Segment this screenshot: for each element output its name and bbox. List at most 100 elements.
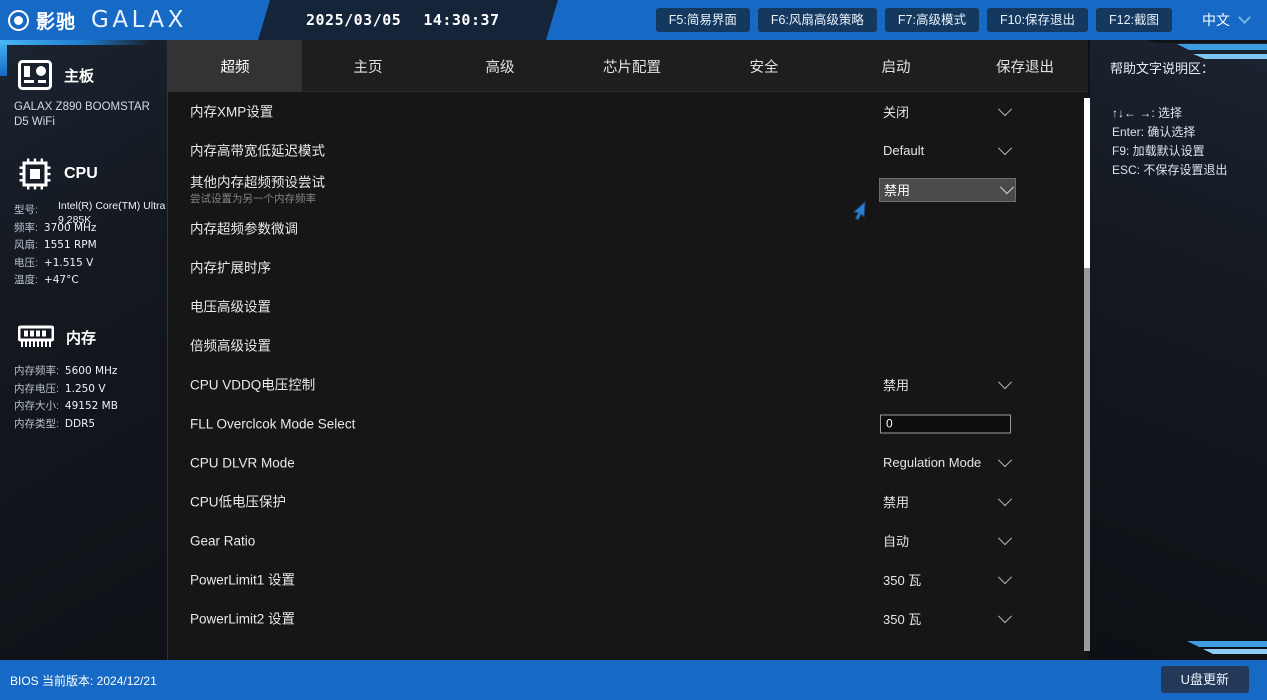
setting-dropdown[interactable]: 禁用 [880, 374, 1013, 396]
setting-label: 内存超频参数微调 [190, 221, 298, 236]
bios-version-label: BIOS 当前版本: 2024/12/21 [10, 673, 157, 688]
brand-logo: 影驰 GALAX [8, 4, 187, 36]
tab-advanced[interactable]: 高级 [434, 40, 566, 92]
setting-dropdown[interactable]: Regulation Mode [880, 452, 1013, 474]
setting-memory-xmp[interactable]: 内存XMP设置 关闭 [168, 92, 1068, 131]
setting-cpu-vddq-voltage-control[interactable]: CPU VDDQ电压控制 禁用 [168, 365, 1068, 404]
function-key-bar: F5:简易界面 F6:风扇高级策略 F7:高级模式 F10:保存退出 F12:截图 [655, 0, 1172, 40]
chevron-down-icon [997, 140, 1013, 155]
info-value: +47°C [43, 274, 79, 286]
info-row: 风扇: 1551 RPM [14, 237, 162, 255]
info-value: 3700 MHz [43, 221, 97, 234]
setting-dropdown[interactable]: 禁用 [880, 491, 1013, 513]
setting-label: FLL Overclcok Mode Select [190, 416, 356, 431]
info-key: 内存频率: [14, 365, 59, 377]
setting-memory-extended-timing[interactable]: 内存扩展时序 [168, 248, 1068, 287]
chevron-down-icon [997, 452, 1013, 467]
content-scrollbar[interactable] [1084, 98, 1090, 651]
setting-value: 禁用 [884, 183, 911, 198]
setting-dropdown[interactable]: 350 瓦 [880, 608, 1013, 630]
help-line: ESC: 不保存设置退出 [1112, 163, 1228, 177]
sidebar-section-motherboard: 主板 GALAX Z890 BOOMSTAR D5 WiFi [0, 60, 167, 130]
motherboard-icon [18, 60, 52, 90]
top-header-bar: 影驰 GALAX 2025/03/05 14:30:37 F5:简易界面 F6:风… [0, 0, 1267, 40]
fkey-f12-screenshot[interactable]: F12:截图 [1095, 7, 1172, 33]
fkey-f10-save-exit[interactable]: F10:保存退出 [986, 7, 1088, 33]
brand-name-cn: 影驰 [36, 11, 77, 33]
memory-header: 内存 [0, 325, 167, 349]
setting-cpu-low-voltage-protection[interactable]: CPU低电压保护 禁用 [168, 482, 1068, 521]
chevron-down-icon [997, 374, 1013, 389]
tab-boot[interactable]: 启动 [830, 40, 962, 92]
chevron-down-icon [997, 608, 1013, 623]
motherboard-header: 主板 [0, 60, 167, 90]
setting-label-group: 内存XMP设置 [190, 103, 273, 120]
setting-dropdown[interactable]: Default [880, 140, 1013, 162]
tab-home[interactable]: 主页 [302, 40, 434, 92]
tab-overclock[interactable]: 超频 [168, 40, 302, 92]
scrollbar-thumb[interactable] [1084, 98, 1090, 268]
setting-label-group: CPU VDDQ电压控制 [190, 376, 315, 393]
help-panel-title: 帮助文字说明区： [1110, 61, 1215, 76]
memory-dimm-icon [18, 325, 54, 347]
language-selector[interactable]: 中文 [1202, 0, 1251, 40]
setting-dropdown[interactable]: 自动 [880, 530, 1013, 552]
setting-label: CPU低电压保护 [190, 494, 287, 509]
setting-label: CPU VDDQ电压控制 [190, 377, 316, 392]
setting-label: Gear Ratio [190, 533, 256, 548]
tab-security[interactable]: 安全 [698, 40, 830, 92]
info-value: 1.250 V [64, 382, 106, 395]
cpu-chip-icon [19, 158, 51, 190]
info-row: 内存类型: DDR5 [14, 416, 162, 434]
info-value: 5600 MHz [64, 365, 118, 377]
setting-label-group: PowerLimit1 设置 [190, 571, 295, 588]
setting-voltage-advanced[interactable]: 电压高级设置 [168, 287, 1068, 326]
setting-memory-oc-param-tuning[interactable]: 内存超频参数微调 [168, 209, 1068, 248]
galax-circle-logo-icon [8, 9, 29, 31]
info-row: 频率: 3700 MHz [14, 220, 162, 238]
tab-save-exit[interactable]: 保存退出 [962, 40, 1088, 92]
usb-update-button[interactable]: U盘更新 [1160, 666, 1249, 693]
setting-sublabel: 尝试设置为另一个内存频率 [190, 192, 316, 205]
tab-chipset[interactable]: 芯片配置 [566, 40, 698, 92]
chevron-down-icon [997, 491, 1013, 506]
info-key: 风扇: [14, 239, 38, 251]
setting-dropdown[interactable]: 关闭 [880, 101, 1013, 123]
cpu-header: CPU [0, 158, 167, 190]
setting-cpu-dlvr-mode[interactable]: CPU DLVR Mode Regulation Mode [168, 443, 1068, 482]
setting-label: 其他内存超频预设尝试 [190, 174, 325, 190]
setting-dropdown[interactable]: 禁用 [879, 177, 1016, 202]
language-label: 中文 [1202, 12, 1230, 28]
setting-label: 内存高带宽低延迟模式 [190, 143, 325, 158]
setting-label-group: 内存超频参数微调 [190, 220, 298, 237]
setting-label-group: Gear Ratio [190, 532, 255, 549]
bios-setup-window: 影驰 GALAX 2025/03/05 14:30:37 F5:简易界面 F6:风… [0, 0, 1267, 700]
info-key: 内存大小: [14, 400, 59, 412]
main-tab-bar: 超频 主页 高级 芯片配置 安全 启动 保存退出 [168, 40, 1088, 92]
system-time: 14:30:37 [423, 11, 500, 29]
setting-powerlimit2[interactable]: PowerLimit2 设置 350 瓦 [168, 599, 1068, 638]
setting-fll-overclock-mode-select[interactable]: FLL Overclcok Mode Select 0 [168, 404, 1068, 443]
setting-value: 350 瓦 [883, 612, 922, 627]
sidebar-section-cpu: CPU Intel(R) Core(TM) Ultra 9 285K 型号: 频率… [0, 158, 167, 290]
cpu-title: CPU [64, 165, 98, 182]
setting-textbox[interactable]: 0 [880, 414, 1011, 433]
setting-powerlimit1[interactable]: PowerLimit1 设置 350 瓦 [168, 560, 1068, 599]
fkey-f5-easy-mode[interactable]: F5:简易界面 [655, 7, 750, 33]
setting-gear-ratio[interactable]: Gear Ratio 自动 [168, 521, 1068, 560]
info-key: 频率: [14, 221, 38, 234]
chevron-down-icon [999, 179, 1015, 194]
system-date: 2025/03/05 [306, 11, 402, 29]
setting-dropdown[interactable]: 350 瓦 [880, 569, 1013, 591]
info-row: 内存频率: 5600 MHz [14, 363, 162, 381]
chevron-down-icon [997, 530, 1013, 545]
info-key: 温度: [14, 274, 38, 286]
info-key: 内存类型: [14, 417, 59, 430]
fkey-f7-advanced-mode[interactable]: F7:高级模式 [884, 7, 979, 33]
setting-value: 0 [886, 416, 893, 431]
setting-other-memory-oc-preset[interactable]: 其他内存超频预设尝试 尝试设置为另一个内存频率 禁用 [168, 170, 1068, 209]
setting-label: PowerLimit2 设置 [190, 611, 296, 626]
setting-multiplier-advanced[interactable]: 倍频高级设置 [168, 326, 1068, 365]
fkey-f6-fan-policy[interactable]: F6:风扇高级策略 [757, 7, 877, 33]
setting-memory-high-bandwidth-low-latency[interactable]: 内存高带宽低延迟模式 Default [168, 131, 1068, 170]
